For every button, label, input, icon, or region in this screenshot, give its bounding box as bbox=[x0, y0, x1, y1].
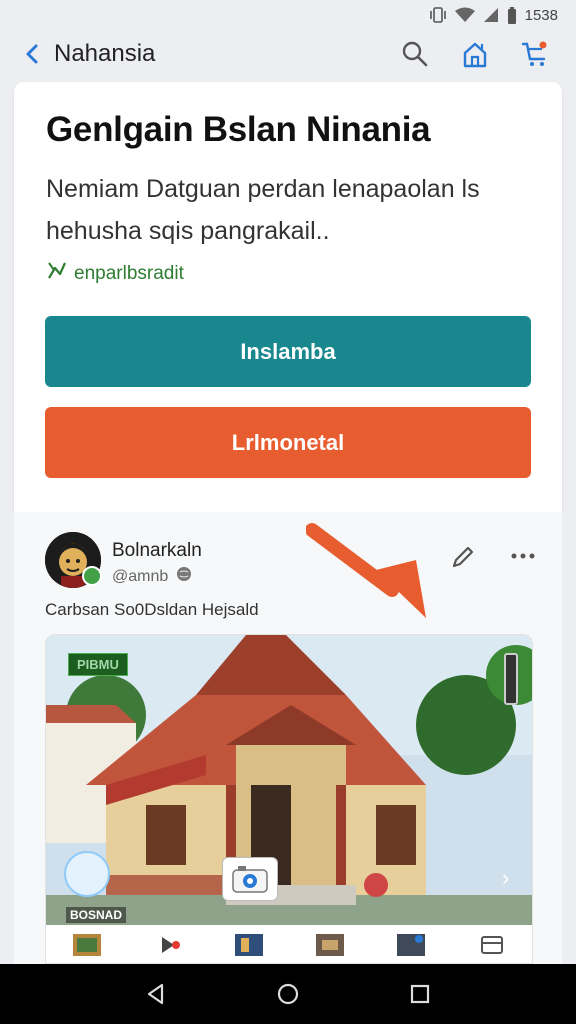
edit-pencil-icon[interactable] bbox=[448, 542, 478, 572]
play-icon[interactable] bbox=[154, 934, 182, 956]
media-chip: PIBMU bbox=[68, 653, 128, 676]
app-title: Nahansia bbox=[54, 40, 156, 67]
post-author[interactable]: Bolnarkaln bbox=[112, 540, 202, 562]
app-bar: Nahansia bbox=[0, 30, 576, 78]
hero-card: Genlgain Bslan Ninania Nemiam Datguan pe… bbox=[14, 82, 562, 512]
hero-description-line-1: Nemiam Datguan perdan lenapaolan ls bbox=[46, 175, 480, 203]
app-actions bbox=[400, 39, 550, 69]
verified-badge bbox=[82, 566, 102, 586]
post-handle-row: @amnb bbox=[112, 566, 192, 587]
media-overlay-label: BOSNAD bbox=[66, 907, 127, 923]
camera-icon[interactable] bbox=[222, 857, 278, 901]
secondary-action-button[interactable]: Lrlmonetal bbox=[45, 407, 531, 478]
wifi-icon bbox=[454, 7, 475, 23]
search-icon[interactable] bbox=[400, 39, 430, 69]
primary-action-button[interactable]: Inslamba bbox=[45, 316, 531, 387]
thumbnail-4[interactable] bbox=[396, 934, 425, 956]
status-time: 1538 bbox=[524, 6, 558, 24]
hero-description-line-2: hehusha sqis pangrakail.. bbox=[46, 217, 330, 245]
post-handle: @amnb bbox=[112, 567, 169, 585]
media-overlay-icon[interactable] bbox=[64, 851, 110, 897]
media-scroll-handle[interactable] bbox=[504, 653, 518, 705]
verified-leaf-icon bbox=[46, 260, 68, 288]
nav-recents-icon[interactable] bbox=[400, 974, 440, 1014]
window-icon[interactable] bbox=[478, 934, 506, 956]
cart-icon[interactable] bbox=[520, 39, 550, 69]
signal-icon bbox=[483, 7, 499, 23]
system-nav-bar bbox=[0, 964, 576, 1024]
house-icon[interactable] bbox=[460, 39, 490, 69]
media-thumbnail-strip bbox=[46, 925, 532, 963]
globe-icon bbox=[176, 566, 192, 587]
nav-home-icon[interactable] bbox=[268, 974, 308, 1014]
thumbnail-3[interactable] bbox=[315, 934, 344, 956]
chevron-right-icon[interactable]: › bbox=[502, 865, 509, 891]
post-caption: Carbsan So0Dsldan Hejsald bbox=[45, 600, 259, 619]
post-card: Bolnarkaln @amnb Carbsan So0Dsldan Hejsa… bbox=[14, 512, 562, 964]
thumbnail-2[interactable] bbox=[234, 934, 263, 956]
hero-description: Nemiam Datguan perdan lenapaolan ls hehu… bbox=[46, 168, 526, 252]
hero-tag-label: enparlbsradit bbox=[74, 263, 184, 284]
hero-title: Genlgain Bslan Ninania bbox=[46, 110, 431, 149]
nav-back-icon[interactable] bbox=[136, 974, 176, 1014]
media-card[interactable]: PIBMU BOSNAD › bbox=[45, 634, 533, 964]
thumbnail-1[interactable] bbox=[72, 934, 101, 956]
house-photo[interactable] bbox=[46, 635, 532, 925]
hero-tag: enparlbsradit bbox=[46, 260, 184, 288]
more-options-icon[interactable] bbox=[508, 546, 538, 566]
vibrate-icon bbox=[429, 7, 447, 23]
battery-icon bbox=[507, 6, 517, 24]
status-bar: 1538 bbox=[0, 0, 576, 30]
back-arrow-icon[interactable] bbox=[20, 41, 46, 67]
